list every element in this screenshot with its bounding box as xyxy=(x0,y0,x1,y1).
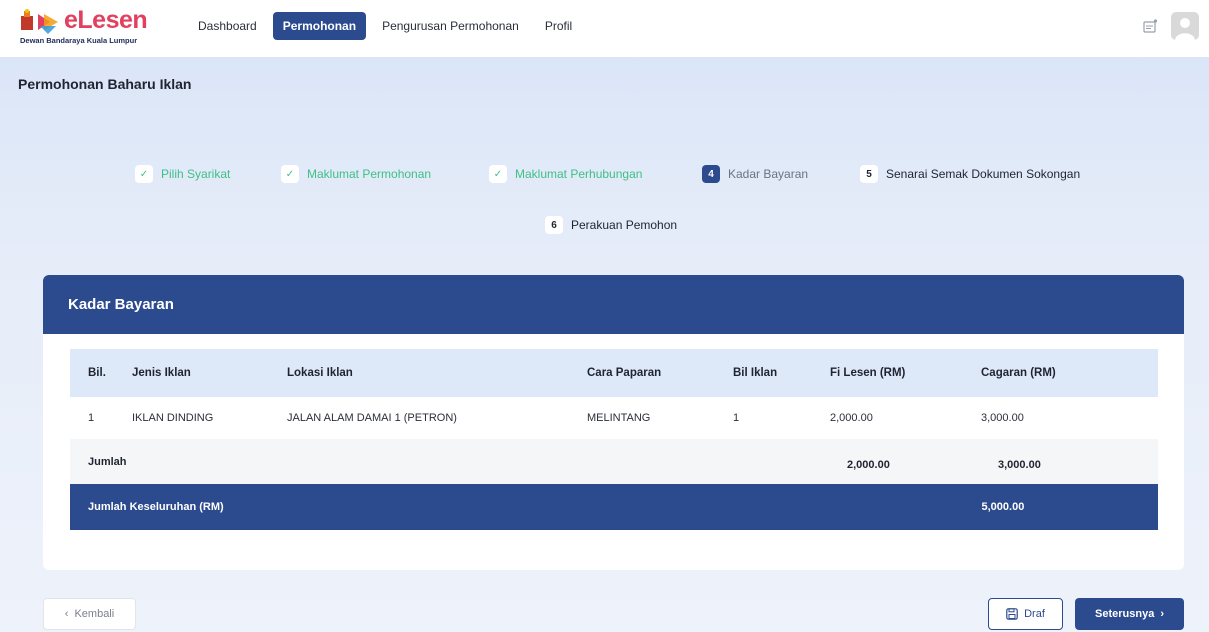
step-kadar-bayaran[interactable]: 4 Kadar Bayaran xyxy=(702,165,808,183)
notification-icon[interactable] xyxy=(1141,17,1159,35)
check-icon: ✓ xyxy=(281,165,299,183)
next-button[interactable]: Seterusnya › xyxy=(1075,598,1184,630)
step-senarai-semak[interactable]: 5 Senarai Semak Dokumen Sokongan xyxy=(860,165,1080,183)
grand-total-label: Jumlah Keseluruhan (RM) xyxy=(88,501,224,513)
fee-table: Bil. Jenis Iklan Lokasi Iklan Cara Papar… xyxy=(70,349,1158,530)
cell-cagaran: 3,000.00 xyxy=(981,412,1024,424)
cell-bil-iklan: 1 xyxy=(733,412,740,424)
col-header-cagaran: Cagaran (RM) xyxy=(981,367,1056,379)
next-button-label: Seterusnya xyxy=(1095,608,1155,620)
header-actions xyxy=(1141,12,1199,40)
nav-pengurusan-permohonan[interactable]: Pengurusan Permohonan xyxy=(372,12,529,40)
sum-row: Jumlah xyxy=(70,439,1158,484)
step-label: Maklumat Perhubungan xyxy=(515,167,643,181)
cell-lokasi-iklan: JALAN ALAM DAMAI 1 (PETRON) xyxy=(287,412,457,424)
col-header-jenis-iklan: Jenis Iklan xyxy=(132,367,191,379)
step-number: 6 xyxy=(545,216,563,234)
brand-subtitle: Dewan Bandaraya Kuala Lumpur xyxy=(20,36,138,45)
back-button[interactable]: ‹ Kembali xyxy=(43,598,136,630)
step-perakuan-pemohon[interactable]: 6 Perakuan Pemohon xyxy=(545,216,677,234)
table-header-row: Bil. Jenis Iklan Lokasi Iklan Cara Papar… xyxy=(70,349,1158,397)
col-header-lokasi-iklan: Lokasi Iklan xyxy=(287,367,353,379)
step-maklumat-perhubungan[interactable]: ✓ Maklumat Perhubungan xyxy=(489,165,642,183)
cell-bil: 1 xyxy=(88,412,95,424)
cell-fi-lesen: 2,000.00 xyxy=(830,412,873,424)
check-icon: ✓ xyxy=(135,165,153,183)
check-icon: ✓ xyxy=(489,165,507,183)
logo-mark-icon xyxy=(21,9,58,34)
grand-total-value: 5,000.00 xyxy=(981,501,1025,513)
nav-dashboard[interactable]: Dashboard xyxy=(188,12,267,40)
main-nav: Dashboard Permohonan Pengurusan Permohon… xyxy=(188,12,588,40)
draft-button[interactable]: Draf xyxy=(988,598,1063,630)
cell-jenis-iklan: IKLAN DINDING xyxy=(132,412,214,424)
step-label: Kadar Bayaran xyxy=(728,167,809,181)
draft-button-label: Draf xyxy=(1024,608,1045,620)
user-avatar-icon[interactable] xyxy=(1171,12,1199,40)
brand-name: eLesen xyxy=(64,6,148,34)
grand-total-row: Jumlah Keseluruhan (RM) 5,000.00 xyxy=(70,484,1158,530)
cell-cara-paparan: MELINTANG xyxy=(587,412,651,424)
step-number: 4 xyxy=(702,165,720,183)
nav-permohonan[interactable]: Permohonan xyxy=(272,12,367,40)
col-header-bil-iklan: Bil Iklan xyxy=(733,367,778,379)
col-header-fi-lesen: Fi Lesen (RM) xyxy=(830,367,906,379)
top-navbar: eLesen Dewan Bandaraya Kuala Lumpur Dash… xyxy=(0,0,1209,57)
brand-logo[interactable]: eLesen Dewan Bandaraya Kuala Lumpur xyxy=(18,6,178,50)
chevron-right-icon: › xyxy=(1160,608,1164,620)
step-label: Senarai Semak Dokumen Sokongan xyxy=(886,167,1081,181)
step-number: 5 xyxy=(860,165,878,183)
step-label: Pilih Syarikat xyxy=(161,167,231,181)
kadar-bayaran-card: Kadar Bayaran Bil. Jenis Iklan Lokasi Ik… xyxy=(43,275,1184,570)
step-maklumat-permohonan[interactable]: ✓ Maklumat Permohonan xyxy=(281,165,431,183)
col-header-bil: Bil. xyxy=(88,367,106,379)
card-title: Kadar Bayaran xyxy=(43,275,1184,334)
chevron-left-icon: ‹ xyxy=(64,608,69,620)
page-title: Permohonan Baharu Iklan xyxy=(18,76,192,92)
save-icon xyxy=(1006,608,1018,620)
step-label: Perakuan Pemohon xyxy=(571,218,678,232)
sum-fi-lesen: 2,000.00 xyxy=(847,459,890,471)
sum-cagaran: 3,000.00 xyxy=(998,459,1041,471)
nav-profil[interactable]: Profil xyxy=(535,12,582,40)
step-pilih-syarikat[interactable]: ✓ Pilih Syarikat xyxy=(135,165,230,183)
table-row: 1 IKLAN DINDING JALAN ALAM DAMAI 1 (PETR… xyxy=(70,397,1158,439)
back-button-label: Kembali xyxy=(74,608,115,620)
col-header-cara-paparan: Cara Paparan xyxy=(587,367,662,379)
step-label: Maklumat Permohonan xyxy=(307,167,432,181)
